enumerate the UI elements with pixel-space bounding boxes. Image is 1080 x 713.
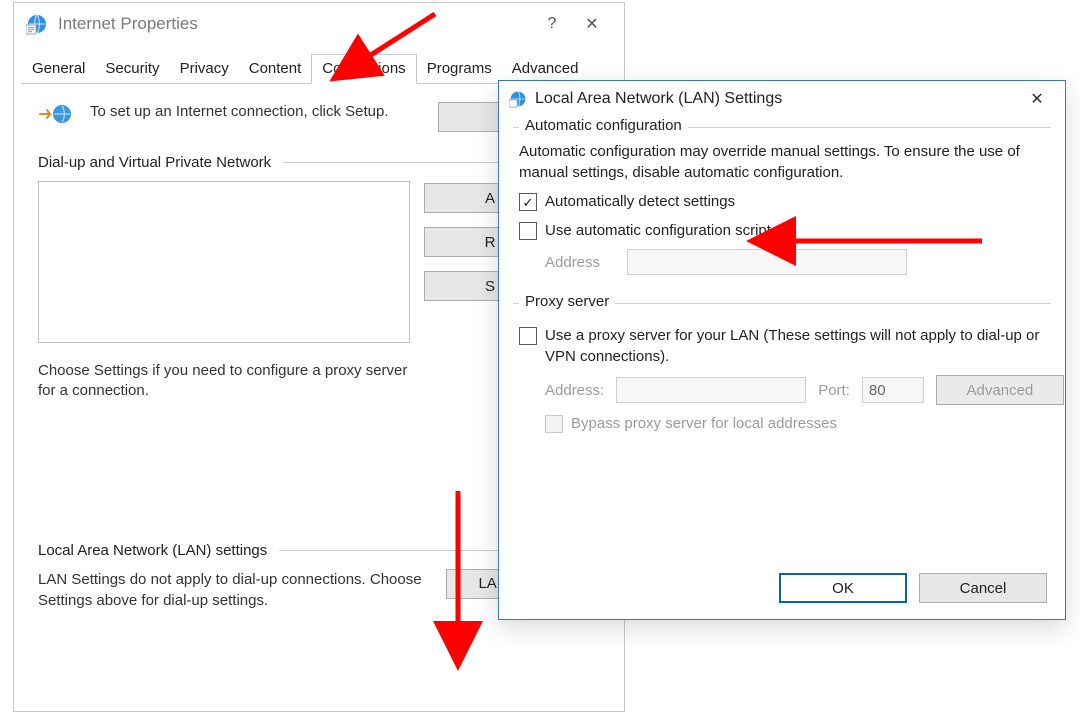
dialup-heading: Dial-up and Virtual Private Network bbox=[38, 154, 271, 171]
window-title: Internet Properties bbox=[58, 14, 198, 34]
use-script-label: Use automatic configuration script bbox=[545, 220, 771, 241]
tab-content[interactable]: Content bbox=[239, 55, 312, 83]
auto-detect-label: Automatically detect settings bbox=[545, 191, 735, 212]
cancel-button[interactable]: Cancel bbox=[919, 573, 1047, 603]
lan-settings-window: Local Area Network (LAN) Settings ✕ Auto… bbox=[498, 80, 1066, 620]
titlebar: Local Area Network (LAN) Settings ✕ bbox=[499, 81, 1065, 117]
dialup-listbox[interactable] bbox=[38, 181, 410, 343]
tab-general[interactable]: General bbox=[22, 55, 95, 83]
internet-icon bbox=[509, 90, 527, 108]
setup-arrow-icon bbox=[38, 102, 72, 126]
use-script-checkbox[interactable] bbox=[519, 222, 537, 240]
tab-security[interactable]: Security bbox=[95, 55, 169, 83]
group-legend: Automatic configuration bbox=[519, 117, 688, 134]
internet-icon bbox=[26, 13, 48, 35]
use-proxy-label: Use a proxy server for your LAN (These s… bbox=[545, 325, 1045, 367]
lan-description: LAN Settings do not apply to dial-up con… bbox=[38, 569, 428, 611]
close-button[interactable]: ✕ bbox=[572, 14, 612, 34]
proxy-address-label: Address: bbox=[545, 380, 604, 401]
dialog-title: Local Area Network (LAN) Settings bbox=[535, 90, 782, 108]
tab-advanced[interactable]: Advanced bbox=[502, 55, 589, 83]
tab-connections[interactable]: Connections bbox=[311, 54, 416, 84]
tab-programs[interactable]: Programs bbox=[417, 55, 502, 83]
script-address-input[interactable] bbox=[627, 249, 907, 275]
proxy-port-input[interactable] bbox=[862, 377, 924, 403]
tab-privacy[interactable]: Privacy bbox=[170, 55, 239, 83]
bypass-local-label: Bypass proxy server for local addresses bbox=[571, 413, 837, 434]
help-button[interactable]: ? bbox=[532, 15, 572, 33]
titlebar: Internet Properties ? ✕ bbox=[14, 3, 624, 45]
close-button[interactable]: ✕ bbox=[1019, 89, 1055, 109]
lan-heading: Local Area Network (LAN) settings bbox=[38, 542, 267, 559]
auto-config-description: Automatic configuration may override man… bbox=[519, 141, 1045, 183]
choose-settings-description: Choose Settings if you need to configure… bbox=[38, 361, 408, 402]
setup-description: To set up an Internet connection, click … bbox=[90, 102, 420, 122]
advanced-button[interactable]: Advanced bbox=[936, 375, 1064, 405]
use-proxy-checkbox[interactable] bbox=[519, 327, 537, 345]
script-address-label: Address bbox=[545, 252, 615, 273]
ok-button[interactable]: OK bbox=[779, 573, 907, 603]
group-legend: Proxy server bbox=[519, 293, 615, 310]
bypass-local-checkbox[interactable] bbox=[545, 415, 563, 433]
proxy-address-input[interactable] bbox=[616, 377, 806, 403]
group-proxy-server: Proxy server Use a proxy server for your… bbox=[513, 303, 1051, 452]
auto-detect-checkbox[interactable] bbox=[519, 193, 537, 211]
group-automatic-configuration: Automatic configuration Automatic config… bbox=[513, 127, 1051, 293]
proxy-port-label: Port: bbox=[818, 380, 850, 401]
